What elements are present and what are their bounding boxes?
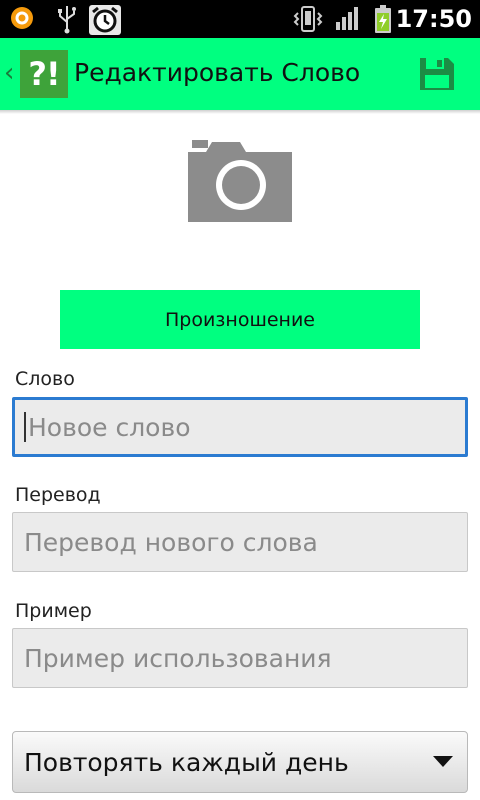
repeat-frequency-value: Повторять каждый день (24, 747, 349, 777)
clock: 17:50 (395, 5, 472, 33)
back-caret-icon: ‹ (4, 58, 15, 88)
page-title: Редактировать Слово (74, 58, 361, 87)
word-input[interactable]: Новое слово (12, 397, 468, 457)
repeat-frequency-dropdown[interactable]: Повторять каждый день (12, 731, 468, 793)
word-placeholder: Новое слово (28, 412, 191, 442)
app-logo: ?! (20, 50, 68, 98)
action-bar: ‹ ?! Редактировать Слово (0, 38, 480, 110)
signal-icon (336, 7, 358, 30)
text-cursor (24, 412, 26, 442)
status-bar: 17:50 (0, 0, 480, 38)
dropdown-arrow-icon (433, 756, 453, 767)
usb-icon (58, 6, 76, 34)
translation-placeholder: Перевод нового слова (24, 527, 318, 557)
camera-icon[interactable] (188, 138, 292, 222)
pronunciation-button[interactable]: Произношение (60, 290, 420, 349)
alarm-clock-icon (89, 5, 121, 35)
battery-charging-icon (375, 5, 391, 33)
vibrate-icon (293, 6, 323, 32)
word-label: Слово (15, 368, 75, 390)
example-label: Пример (15, 600, 92, 622)
action-bar-shadow (0, 110, 480, 114)
translation-input[interactable]: Перевод нового слова (12, 512, 468, 572)
example-input[interactable]: Пример использования (12, 628, 468, 688)
floppy-disk-icon[interactable] (418, 56, 456, 92)
translation-label: Перевод (15, 484, 101, 506)
example-placeholder: Пример использования (24, 643, 332, 673)
app-notification-icon (11, 7, 33, 29)
